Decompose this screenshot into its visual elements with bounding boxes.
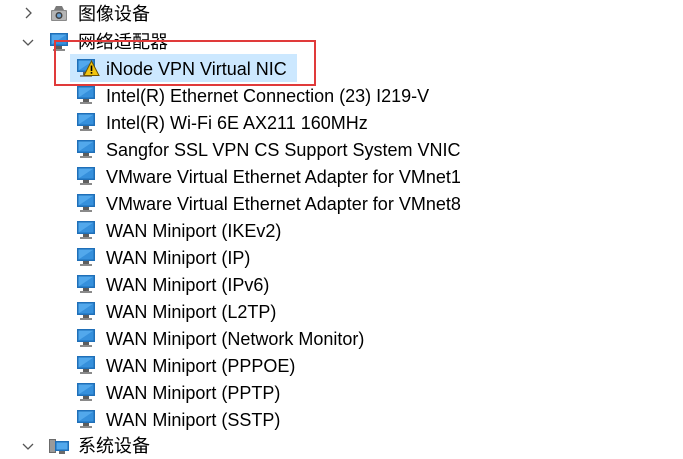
adapter-label: WAN Miniport (IPv6) <box>106 275 270 295</box>
adapter-item-wan-pptp[interactable]: WAN Miniport (PPTP) <box>70 379 670 406</box>
adapter-item-wan-ipv6[interactable]: WAN Miniport (IPv6) <box>70 271 670 298</box>
chevron-down-icon[interactable] <box>22 36 34 48</box>
annotation-highlight-box <box>54 40 316 86</box>
network-adapter-icon <box>76 408 98 430</box>
adapter-label: Sangfor SSL VPN CS Support System VNIC <box>106 140 461 160</box>
adapter-label: WAN Miniport (IP) <box>106 248 251 268</box>
adapter-label: WAN Miniport (Network Monitor) <box>106 329 365 349</box>
device-manager-tree: 图像设备 网络适配器 iNode VPN Virtual NIC Intel(R… <box>0 0 683 459</box>
adapter-item-vmnet1[interactable]: VMware Virtual Ethernet Adapter for VMne… <box>70 163 670 190</box>
adapter-label: WAN Miniport (IKEv2) <box>106 221 282 241</box>
chevron-right-icon[interactable] <box>22 7 34 19</box>
adapter-item-wan-pppoe[interactable]: WAN Miniport (PPPOE) <box>70 352 670 379</box>
network-adapter-icon <box>76 327 98 349</box>
adapter-label: WAN Miniport (PPPOE) <box>106 356 296 376</box>
adapter-label: WAN Miniport (PPTP) <box>106 383 281 403</box>
system-device-icon <box>48 434 70 456</box>
category-imaging-devices[interactable]: 图像设备 <box>0 0 683 27</box>
adapter-item-wan-network-monitor[interactable]: WAN Miniport (Network Monitor) <box>70 325 670 352</box>
network-adapter-icon <box>76 165 98 187</box>
network-adapter-icon <box>76 354 98 376</box>
network-adapter-icon <box>76 111 98 133</box>
network-adapter-icon <box>76 381 98 403</box>
category-system-devices[interactable]: 系统设备 <box>0 432 683 459</box>
network-adapter-icon <box>76 219 98 241</box>
category-label: 图像设备 <box>78 4 150 24</box>
network-adapter-icon <box>76 138 98 160</box>
adapter-label: VMware Virtual Ethernet Adapter for VMne… <box>106 167 461 187</box>
adapter-item-intel-wifi[interactable]: Intel(R) Wi-Fi 6E AX211 160MHz <box>70 109 670 136</box>
adapter-item-intel-ethernet[interactable]: Intel(R) Ethernet Connection (23) I219-V <box>70 82 670 109</box>
adapter-label: VMware Virtual Ethernet Adapter for VMne… <box>106 194 461 214</box>
adapter-item-vmnet8[interactable]: VMware Virtual Ethernet Adapter for VMne… <box>70 190 670 217</box>
network-adapter-icon <box>76 273 98 295</box>
adapter-item-wan-sstp[interactable]: WAN Miniport (SSTP) <box>70 406 670 433</box>
adapter-label: WAN Miniport (L2TP) <box>106 302 277 322</box>
adapter-item-wan-ikev2[interactable]: WAN Miniport (IKEv2) <box>70 217 670 244</box>
network-adapter-icon <box>76 84 98 106</box>
adapter-item-wan-ip[interactable]: WAN Miniport (IP) <box>70 244 670 271</box>
category-label: 系统设备 <box>78 436 150 456</box>
camera-icon <box>48 2 70 24</box>
adapter-item-sangfor[interactable]: Sangfor SSL VPN CS Support System VNIC <box>70 136 670 163</box>
network-adapter-icon <box>76 192 98 214</box>
adapter-label: WAN Miniport (SSTP) <box>106 410 281 430</box>
chevron-down-icon[interactable] <box>22 440 34 452</box>
adapter-label: Intel(R) Ethernet Connection (23) I219-V <box>106 86 430 106</box>
adapter-label: Intel(R) Wi-Fi 6E AX211 160MHz <box>106 113 368 133</box>
network-adapter-icon <box>76 300 98 322</box>
network-adapter-icon <box>76 246 98 268</box>
adapter-item-wan-l2tp[interactable]: WAN Miniport (L2TP) <box>70 298 670 325</box>
